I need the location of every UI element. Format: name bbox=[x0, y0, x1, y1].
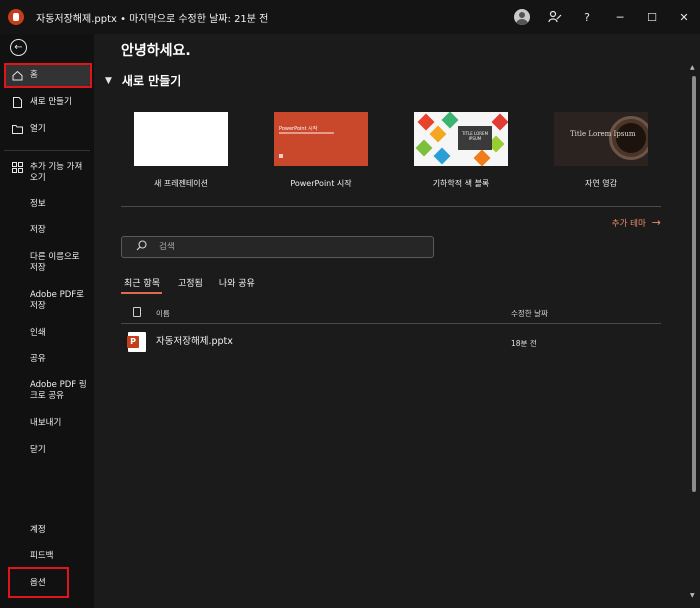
home-highlight-box bbox=[4, 63, 92, 88]
window-title: 자동저장해제.pptx • 마지막으로 수정한 날짜: 21분 전 bbox=[36, 14, 269, 25]
geo-block bbox=[491, 113, 508, 131]
sidebar-divider bbox=[4, 150, 90, 151]
file-type-icon bbox=[133, 307, 141, 317]
pen-person-icon bbox=[548, 10, 562, 23]
more-themes-link[interactable]: 추가 테마 → bbox=[612, 216, 661, 229]
file-list-header: 이름 수정한 날짜 bbox=[121, 306, 661, 324]
new-document-icon bbox=[12, 97, 23, 108]
sidebar-item-feedback[interactable]: 피드백 bbox=[30, 551, 90, 562]
sidebar-item-print[interactable]: 인쇄 bbox=[30, 328, 90, 339]
maximize-button[interactable]: ☐ bbox=[640, 6, 664, 28]
column-modified-date[interactable]: 수정한 날짜 bbox=[511, 308, 548, 319]
template-powerpoint-start-thumbnail: PowerPoint 시작 bbox=[274, 112, 368, 166]
template-blank-thumbnail bbox=[134, 112, 228, 166]
sidebar-item-save-as[interactable]: 다른 이름으로 저장 bbox=[30, 252, 90, 274]
pptx-file-icon bbox=[127, 332, 146, 352]
tab-recent[interactable]: 최근 항목 bbox=[121, 276, 162, 294]
thumb-subtitle-line bbox=[279, 132, 334, 134]
powerpoint-app-icon bbox=[8, 9, 24, 25]
section-divider bbox=[121, 206, 661, 207]
geo-block bbox=[441, 112, 459, 129]
file-tabs: 최근 항목 고정됨 나와 공유 bbox=[121, 276, 271, 294]
search-box[interactable] bbox=[121, 236, 434, 258]
arrow-right-icon: → bbox=[651, 216, 661, 229]
template-geometric-thumbnail: TITLE LOREM IPSUM bbox=[414, 112, 508, 166]
sidebar-item-addins-label: 추가 기능 가져오기 bbox=[30, 162, 83, 183]
sidebar-item-save[interactable]: 저장 bbox=[30, 225, 90, 236]
scrollbar-thumb[interactable] bbox=[692, 76, 696, 492]
title-bar: 자동저장해제.pptx • 마지막으로 수정한 날짜: 21분 전 ? ─ ☐ … bbox=[0, 0, 700, 34]
tab-shared[interactable]: 나와 공유 bbox=[219, 276, 255, 294]
template-geometric[interactable]: TITLE LOREM IPSUM 기하학적 색 블록 bbox=[414, 112, 508, 189]
thumb-title-text: PowerPoint 시작 bbox=[279, 126, 318, 132]
scroll-down-icon[interactable]: ▼ bbox=[690, 592, 695, 599]
thumb-title-text: Title Lorem Ipsum bbox=[570, 130, 636, 138]
thumb-title-box: TITLE LOREM IPSUM bbox=[458, 126, 492, 150]
geo-block bbox=[473, 149, 491, 166]
geo-block bbox=[433, 147, 451, 165]
more-themes-label: 추가 테마 bbox=[611, 218, 646, 229]
sidebar-item-new-label: 새로 만들기 bbox=[30, 97, 72, 107]
options-highlight-box bbox=[8, 567, 69, 598]
sidebar-item-info[interactable]: 정보 bbox=[30, 199, 90, 210]
sidebar-item-open[interactable]: 열기 bbox=[4, 124, 90, 135]
sidebar-item-addins[interactable]: 추가 기능 가져오기 bbox=[4, 162, 90, 184]
account-button[interactable] bbox=[510, 6, 534, 28]
greeting-heading: 안녕하세요. bbox=[121, 43, 191, 59]
tab-pinned[interactable]: 고정됨 bbox=[178, 276, 203, 294]
backstage-sidebar: ← 홈 새로 만들기 열기 추가 기능 가져오기 정보 저장 다른 이름으로 저… bbox=[0, 34, 94, 608]
sidebar-item-account[interactable]: 계정 bbox=[30, 525, 90, 536]
coauthor-button[interactable] bbox=[543, 6, 567, 28]
template-nature[interactable]: Title Lorem Ipsum 자연 영감 bbox=[554, 112, 648, 189]
sidebar-item-save-pdf[interactable]: Adobe PDF로 저장 bbox=[30, 290, 90, 312]
geo-block bbox=[429, 125, 447, 143]
scroll-up-icon[interactable]: ▲ bbox=[690, 64, 695, 71]
sidebar-item-export[interactable]: 내보내기 bbox=[30, 418, 90, 429]
geo-block bbox=[415, 139, 433, 157]
template-powerpoint-start[interactable]: PowerPoint 시작 PowerPoint 시작 bbox=[274, 112, 368, 189]
file-name: 자동저장해제.pptx bbox=[156, 336, 233, 347]
search-icon bbox=[136, 240, 147, 254]
sidebar-item-new[interactable]: 새로 만들기 bbox=[4, 97, 90, 108]
file-row[interactable]: 자동저장해제.pptx 18분 전 bbox=[121, 328, 661, 358]
sidebar-item-open-label: 열기 bbox=[30, 124, 46, 134]
sidebar-item-share[interactable]: 공유 bbox=[30, 354, 90, 365]
column-name[interactable]: 이름 bbox=[156, 308, 170, 319]
close-window-button[interactable]: ✕ bbox=[672, 6, 696, 28]
chevron-down-icon: ▼ bbox=[105, 75, 112, 86]
main-panel: 안녕하세요. ▼ 새로 만들기 새 프레젠테이션 PowerPoint 시작 P… bbox=[94, 34, 688, 608]
sidebar-item-adobe-link[interactable]: Adobe PDF 링크로 공유 bbox=[30, 380, 90, 402]
sidebar-item-close[interactable]: 닫기 bbox=[30, 445, 90, 456]
template-powerpoint-start-name: PowerPoint 시작 bbox=[290, 179, 352, 188]
new-section-title: 새로 만들기 bbox=[121, 74, 182, 88]
template-nature-name: 자연 영감 bbox=[585, 179, 617, 188]
file-date: 18분 전 bbox=[511, 339, 537, 348]
thumb-logo-mark bbox=[279, 154, 283, 158]
template-geometric-name: 기하학적 색 블록 bbox=[432, 179, 490, 188]
template-nature-thumbnail: Title Lorem Ipsum bbox=[554, 112, 648, 166]
minimize-button[interactable]: ─ bbox=[608, 6, 632, 28]
main-scrollbar[interactable]: ▲ ▼ bbox=[688, 34, 700, 608]
new-section-header[interactable]: ▼ 새로 만들기 bbox=[105, 72, 181, 89]
coffee-surface bbox=[616, 123, 646, 153]
grid-icon bbox=[12, 162, 23, 173]
template-blank-name: 새 프레젠테이션 bbox=[153, 179, 209, 188]
search-input[interactable] bbox=[159, 242, 399, 252]
template-blank[interactable]: 새 프레젠테이션 bbox=[134, 112, 228, 189]
geo-block bbox=[417, 113, 435, 131]
folder-icon bbox=[12, 124, 23, 135]
back-arrow-icon[interactable]: ← bbox=[10, 39, 27, 56]
help-button[interactable]: ? bbox=[575, 6, 599, 28]
avatar-icon bbox=[514, 9, 530, 25]
